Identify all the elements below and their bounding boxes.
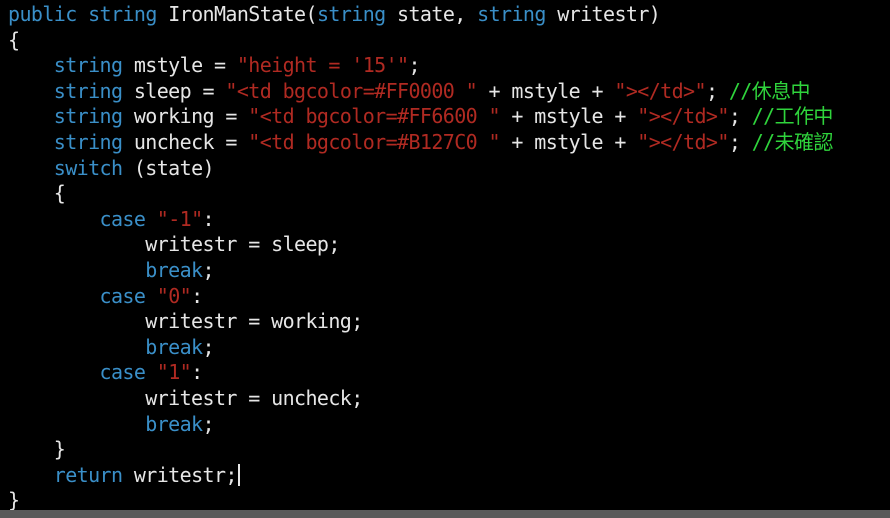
code-line[interactable]: case "1": xyxy=(8,360,833,386)
keyword-token: string xyxy=(53,53,123,78)
comment-token: //休息中 xyxy=(728,78,811,103)
code-line[interactable]: writestr = uncheck; xyxy=(8,386,833,412)
code-line[interactable]: { xyxy=(8,28,833,54)
keyword-token: break xyxy=(145,257,203,282)
code-text-token: ; xyxy=(705,78,729,103)
code-text-token: : xyxy=(191,360,203,385)
string-literal-token: "></td>" xyxy=(637,104,729,129)
code-text-token: writestr) xyxy=(545,2,661,26)
string-literal-token: "></td>" xyxy=(614,78,706,103)
code-line[interactable]: case "0": xyxy=(8,284,833,310)
code-text-token: + mstyle + xyxy=(477,78,615,103)
code-line[interactable]: string sleep = "<td bgcolor=#FF0000 " + … xyxy=(8,79,833,105)
code-text-token: ; xyxy=(202,257,215,282)
code-text-token: } xyxy=(8,488,20,510)
string-literal-token: "height = '15'" xyxy=(236,53,409,78)
code-line[interactable]: break; xyxy=(8,412,833,438)
code-text-token: sleep = xyxy=(122,78,226,103)
code-line[interactable]: case "-1": xyxy=(8,207,833,233)
code-text-token: : xyxy=(191,283,203,308)
keyword-token: case xyxy=(99,283,146,308)
string-literal-token: "<td bgcolor=#FF0000 " xyxy=(225,78,478,103)
code-text-area[interactable]: public string IronManState(string state,… xyxy=(8,2,833,510)
string-literal-token: "<td bgcolor=#FF6600 " xyxy=(248,104,500,129)
code-text-token: ; xyxy=(408,53,420,78)
code-text-token: { xyxy=(8,27,20,52)
code-line[interactable]: { xyxy=(8,181,833,207)
keyword-token: case xyxy=(99,206,146,231)
code-line[interactable]: writestr = sleep; xyxy=(8,232,833,258)
keyword-token: case xyxy=(99,360,146,385)
code-line[interactable]: break; xyxy=(8,258,833,284)
string-literal-token: "-1" xyxy=(156,206,203,231)
bottom-scrollbar[interactable] xyxy=(0,510,890,518)
string-literal-token: "0" xyxy=(156,283,192,308)
keyword-token: return xyxy=(53,462,123,487)
text-cursor xyxy=(237,463,240,486)
code-line[interactable]: string uncheck = "<td bgcolor=#B127C0 " … xyxy=(8,129,834,156)
code-text-token: mstyle = xyxy=(122,53,237,78)
code-text-token: IronManState( xyxy=(156,2,317,26)
code-line[interactable]: return writestr; xyxy=(8,463,833,489)
keyword-token: string xyxy=(53,78,123,103)
keyword-token: break xyxy=(145,334,203,359)
code-text-token: writestr = working; xyxy=(8,309,363,334)
code-text-token: writestr = sleep; xyxy=(8,232,340,257)
code-text-token: uncheck = xyxy=(122,129,249,154)
code-text-token: writestr = uncheck; xyxy=(8,385,363,410)
code-text-token: ; xyxy=(728,104,752,129)
string-literal-token: "<td bgcolor=#B127C0 " xyxy=(248,129,500,154)
code-text-token: + mstyle + xyxy=(499,104,638,129)
code-text-token: { xyxy=(8,181,66,206)
code-text-token: (state) xyxy=(122,155,215,180)
code-line[interactable]: public string IronManState(string state,… xyxy=(8,2,833,28)
keyword-token: public xyxy=(8,2,77,26)
code-line[interactable]: switch (state) xyxy=(8,156,833,182)
code-line[interactable]: string mstyle = "height = '15'"; xyxy=(8,53,833,79)
keyword-token: string xyxy=(88,2,157,26)
keyword-token: string xyxy=(53,104,123,129)
keyword-token: string xyxy=(53,129,123,154)
code-line[interactable]: } xyxy=(8,437,833,463)
code-text-token: writestr; xyxy=(122,462,238,487)
code-text-token: + mstyle + xyxy=(499,129,638,154)
string-literal-token: "1" xyxy=(156,360,192,385)
code-text-token: ; xyxy=(728,129,752,154)
code-text-token: ; xyxy=(202,411,215,436)
code-text-token: : xyxy=(202,206,215,231)
code-line[interactable]: string working = "<td bgcolor=#FF6600 " … xyxy=(8,104,834,130)
code-line[interactable]: break; xyxy=(8,335,833,361)
keyword-token: string xyxy=(477,2,546,26)
string-literal-token: "></td>" xyxy=(637,129,729,154)
code-text-token: ; xyxy=(202,334,215,359)
comment-token: //未確認 xyxy=(751,129,834,154)
code-line[interactable]: writestr = working; xyxy=(8,309,833,335)
code-line[interactable]: } xyxy=(8,488,833,510)
keyword-token: break xyxy=(145,411,203,436)
keyword-token: switch xyxy=(53,155,123,180)
comment-token: //工作中 xyxy=(751,104,834,129)
code-editor[interactable]: public string IronManState(string state,… xyxy=(0,0,890,510)
keyword-token: string xyxy=(316,2,386,26)
code-text-token: working = xyxy=(122,104,249,129)
code-text-token: state, xyxy=(385,2,478,26)
code-text-token: } xyxy=(8,437,66,462)
